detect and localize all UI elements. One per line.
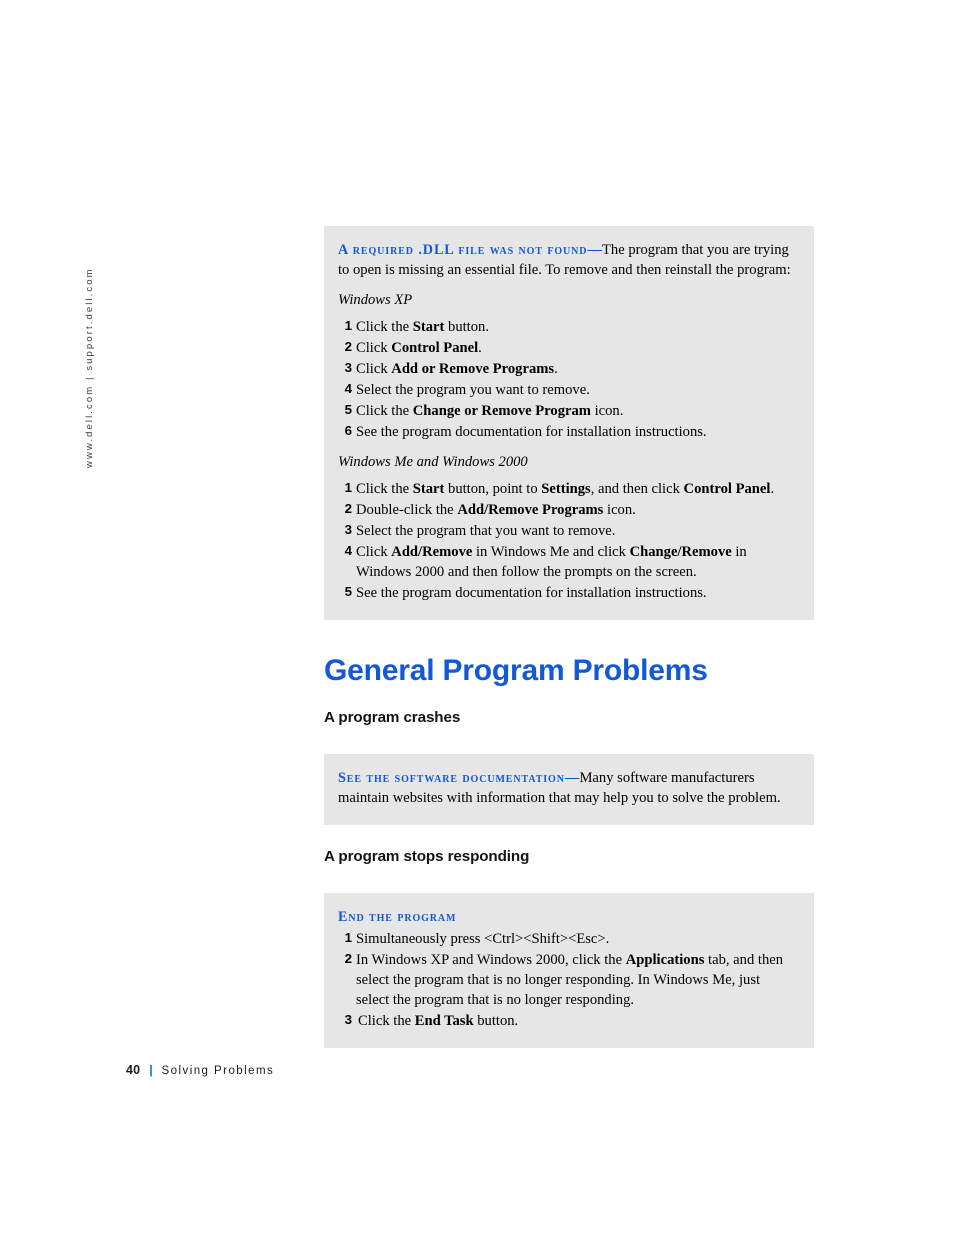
list-item: 2 In Windows XP and Windows 2000, click t…	[338, 950, 792, 1010]
list-item: 3 Select the program that you want to rem…	[338, 521, 792, 541]
callout-end-the-program: End the program 1 Simultaneously press <C…	[324, 892, 814, 1049]
step-number: 4	[344, 543, 352, 559]
step-text-pre: Select the program you want to remove.	[356, 382, 590, 399]
step-text-bold2: Settings	[541, 480, 591, 497]
list-item: 1 Click the Start button.	[338, 317, 792, 337]
callout-dll-os-me2000-label: Windows Me and Windows 2000	[338, 454, 528, 471]
step-text-pre: Simultaneously press <Ctrl><Shift><Esc>.	[356, 931, 610, 947]
side-url-label: www.dell.com | support.dell.com	[84, 267, 95, 468]
step-text-mid: in Windows Me and click	[472, 544, 630, 561]
step-text-pre: See the program documentation for instal…	[356, 585, 707, 602]
step-text-pre: Click the	[356, 318, 413, 335]
list-item: 5 See the program documentation for insta…	[338, 583, 792, 603]
step-text-bold: Add or Remove Programs	[391, 361, 555, 377]
step-text-pre: Click the	[356, 403, 413, 420]
callout-software-doc-lead: See the software documentation	[338, 770, 565, 787]
step-text-pre: Click	[356, 361, 392, 377]
callout-dll-lead: A required .DLL file was not found	[338, 242, 588, 258]
list-item: 2 Double-click the Add/Remove Programs ic…	[338, 500, 792, 520]
step-text-post: button.	[444, 318, 489, 335]
list-item: 1 Click the Start button, point to Settin…	[338, 479, 792, 499]
step-text-pre: In Windows XP and Windows 2000, click th…	[356, 952, 626, 969]
footer-chapter-title: Solving Problems	[161, 1065, 275, 1077]
step-number: 1	[344, 479, 352, 495]
step-number: 1	[344, 317, 352, 333]
callout-end-program-lead: End the program	[338, 908, 457, 925]
step-text-pre: Click	[356, 544, 392, 561]
step-text-post: button.	[473, 1013, 519, 1030]
list-item: 4 Click Add/Remove in Windows Me and clic…	[338, 542, 792, 582]
callout-dll-os-xp-label: Windows XP	[338, 292, 413, 309]
callout-software-doc-paragraph: See the software documentation—Many soft…	[338, 769, 792, 808]
subheading-a-program-crashes: A program crashes	[324, 709, 461, 727]
list-item: 1 Simultaneously press <Ctrl><Shift><Esc>…	[338, 929, 792, 949]
step-text-post: icon.	[590, 403, 624, 420]
step-number: 2	[344, 338, 352, 354]
step-number: 6	[344, 423, 352, 439]
step-text-pre: See the program documentation for instal…	[356, 424, 707, 441]
step-text-post: .	[770, 480, 775, 497]
step-number: 4	[344, 381, 352, 397]
step-text-bold: Change or Remove Program	[412, 403, 591, 420]
list-item: 5 Click the Change or Remove Program icon…	[338, 401, 792, 421]
step-text-bold: Start	[412, 480, 445, 497]
subheading-a-program-stops-responding: A program stops responding	[324, 847, 530, 865]
list-item: 6 See the program documentation for insta…	[338, 422, 792, 442]
list-item: 3 Click the End Task button.	[338, 1011, 792, 1031]
side-url-vertical-text: www.dell.com | support.dell.com	[78, 228, 102, 468]
callout-dll-not-found: A required .DLL file was not found—The p…	[324, 226, 814, 621]
step-text-post: .	[478, 339, 482, 356]
list-item: 3 Click Add or Remove Programs.	[338, 359, 792, 379]
step-text-pre: Click the	[356, 480, 413, 497]
step-text-bold: Add/Remove Programs	[457, 501, 604, 518]
step-number: 3	[344, 360, 352, 375]
callout-end-program-paragraph: End the program	[338, 908, 792, 927]
step-number: 2	[344, 951, 352, 967]
step-text-bold: Applications	[625, 952, 705, 969]
footer-page-number: 40	[126, 1063, 141, 1077]
step-text-pre: Select the program that you want to remo…	[356, 523, 616, 539]
step-number: 3	[344, 522, 352, 537]
step-text-post: icon.	[603, 501, 636, 518]
step-text-mid: button, point to	[444, 480, 542, 497]
callout-dll-xp-steps: 1 Click the Start button. 2 Click Control …	[338, 317, 792, 442]
step-text-post: .	[554, 361, 558, 377]
step-text-bold: Start	[412, 318, 445, 335]
step-number: 5	[344, 584, 352, 600]
page-title: General Program Problems	[324, 654, 708, 688]
step-number: 3	[344, 1012, 352, 1028]
step-text-mid2: , and then click	[590, 480, 684, 497]
callout-software-doc-dash: —	[564, 770, 580, 787]
page-content: A required .DLL file was not found—The p…	[324, 0, 814, 1049]
callout-dll-paragraph: A required .DLL file was not found—The p…	[338, 241, 792, 280]
step-text-bold2: Change/Remove	[629, 544, 732, 561]
callout-end-program-steps: 1 Simultaneously press <Ctrl><Shift><Esc>…	[338, 929, 792, 1031]
step-text-bold: Control Panel	[391, 339, 479, 356]
step-text-bold3: Control Panel	[683, 480, 771, 497]
step-text-pre: Click	[356, 339, 392, 356]
list-item: 4 Select the program you want to remove.	[338, 380, 792, 400]
step-text-bold: Add/Remove	[391, 544, 473, 561]
step-number: 1	[344, 930, 352, 945]
step-text-pre: Double-click the	[356, 501, 458, 518]
step-number: 5	[344, 402, 352, 418]
step-text-pre: Click the	[358, 1013, 415, 1030]
callout-see-software-documentation: See the software documentation—Many soft…	[324, 754, 814, 825]
list-item: 2 Click Control Panel.	[338, 338, 792, 358]
step-text-bold: End Task	[414, 1013, 474, 1030]
callout-dll-me2000-steps: 1 Click the Start button, point to Settin…	[338, 479, 792, 603]
callout-dll-dash: —	[587, 242, 603, 258]
footer-separator: |	[149, 1065, 153, 1077]
page-footer: 40 | Solving Problems	[126, 1060, 274, 1080]
step-number: 2	[344, 500, 352, 516]
